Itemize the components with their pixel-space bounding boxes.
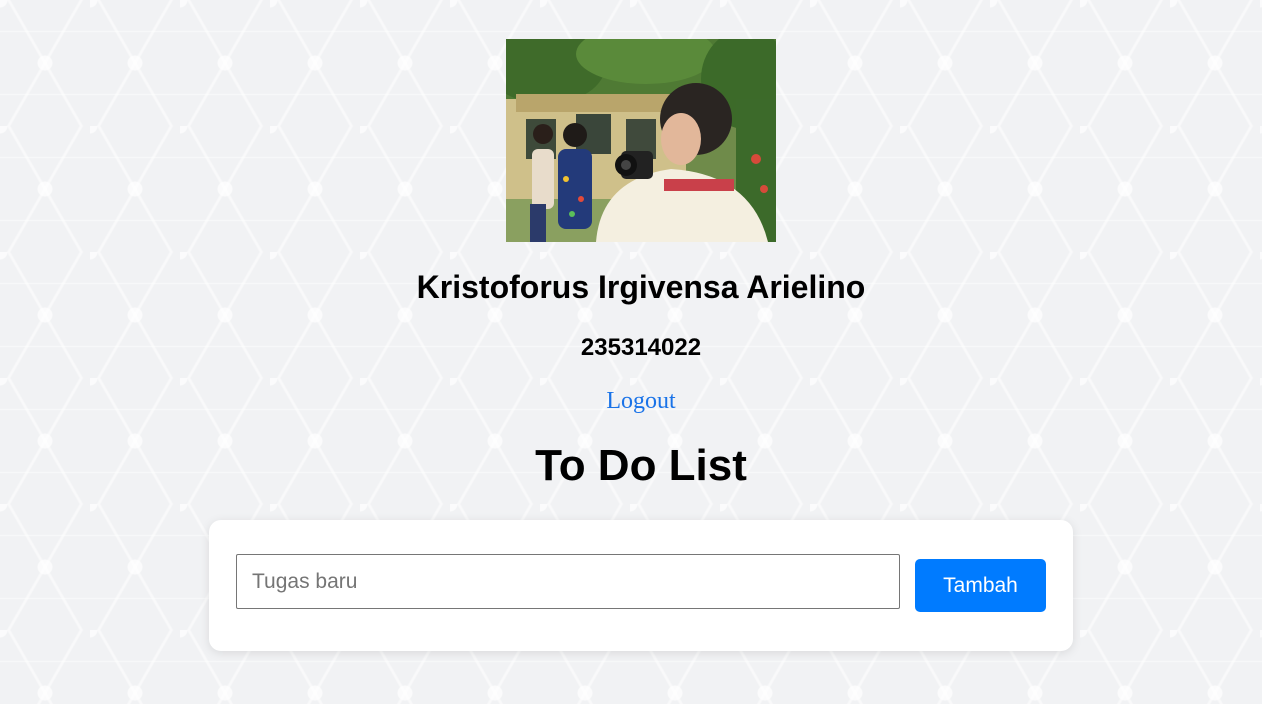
new-task-input[interactable]	[236, 554, 900, 609]
user-name: Kristoforus Irgivensa Arielino	[416, 269, 866, 305]
logout-link[interactable]: Logout	[0, 386, 1262, 416]
todo-form-card: Tambah	[209, 520, 1073, 651]
profile-photo	[506, 39, 776, 242]
add-task-button[interactable]: Tambah	[915, 559, 1046, 612]
page-title: To Do List	[535, 441, 747, 490]
student-id: 235314022	[580, 334, 702, 361]
